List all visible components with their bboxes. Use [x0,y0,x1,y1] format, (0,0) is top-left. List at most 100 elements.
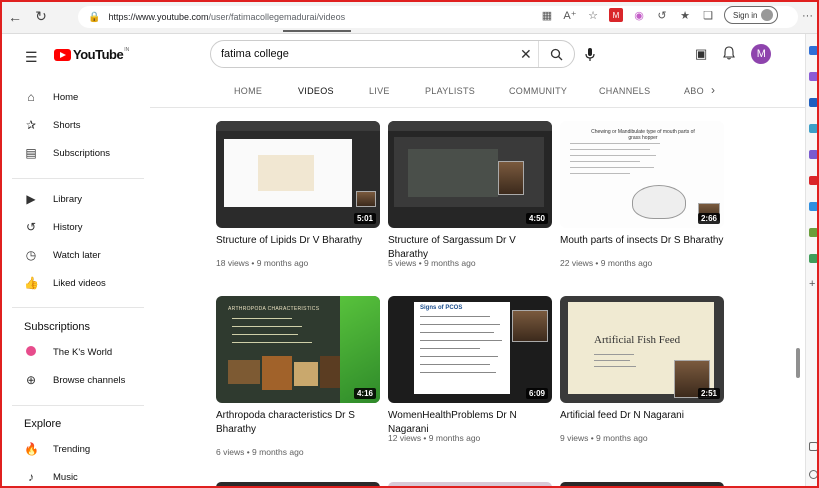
search-icon [550,48,563,60]
video-thumbnail[interactable]: ARTHROPODA CHARACTERISTICS 4:16 [216,296,380,403]
video-thumbnail[interactable] [388,482,552,488]
page-scrollbar[interactable] [796,348,800,378]
office-icon[interactable] [809,176,818,185]
video-title[interactable]: Structure of Lipids Dr V Bharathy [216,234,380,248]
settings-icon[interactable] [809,470,818,479]
video-title[interactable]: Mouth parts of insects Dr S Bharathy [560,234,724,248]
sidebar-divider [12,178,144,179]
logo-word: YouTube [73,47,124,62]
sidebar-item-home[interactable]: ⌂ Home [0,83,145,111]
sidebar-item-browse-channels[interactable]: ⊕ Browse channels [0,366,145,394]
video-thumbnail[interactable]: Signs of PCOS 6:09 [388,296,552,403]
tab-videos[interactable]: VIDEOS [298,86,334,96]
voice-search-icon[interactable] [585,48,597,62]
search-button[interactable] [538,41,574,67]
video-title[interactable]: Artificial feed Dr N Nagarani [560,409,724,423]
video-meta: 22 views • 9 months ago [560,258,653,268]
outlook-icon[interactable] [809,202,818,211]
duration-badge: 4:50 [525,213,548,224]
video-thumbnail[interactable] [560,482,724,488]
duration-badge: 5:01 [353,213,376,224]
video-thumbnail[interactable] [216,482,380,488]
sidebar-item-subscriptions[interactable]: ▤ Subscriptions [0,139,145,167]
favorites-icon[interactable]: ★ [678,8,692,22]
home-icon: ⌂ [27,90,35,104]
app-icon[interactable] [809,228,818,237]
video-thumbnail[interactable]: 5:01 [216,121,380,228]
sidebar-item-liked-videos[interactable]: 👍 Liked videos [0,269,145,297]
subscriptions-heading: Subscriptions [24,321,91,333]
sidebar-item-music[interactable]: ♪ Music [0,463,145,488]
app-grid-icon[interactable]: ▦ [540,8,554,22]
lock-icon: 🔒 [88,11,101,23]
people-icon[interactable] [809,150,818,159]
search-sidebar-icon[interactable] [809,46,818,55]
video-thumbnail[interactable]: Chewing or Mandibulate type of mouth par… [560,121,724,228]
refresh-icon[interactable]: ↻ [30,6,52,28]
menu-icon[interactable]: ☰ [25,49,38,66]
sidebar-divider [12,307,144,308]
youtube-header: ☰ YouTube IN ✕ ▣ M [0,34,805,74]
channel-avatar [24,345,38,359]
create-video-icon[interactable]: ▣ [695,46,707,62]
tab-home[interactable]: HOME [234,86,262,96]
duration-badge: 2:51 [697,388,720,399]
search-input[interactable] [221,48,511,60]
more-icon[interactable]: ··· [802,10,813,22]
sidebar-item-shorts[interactable]: ✰ Shorts [0,111,145,139]
signin-button[interactable]: Sign in [724,6,779,24]
briefcase-icon[interactable] [809,124,818,133]
thumbnail-slide-text: Chewing or Mandibulate type of mouth par… [591,129,695,141]
tab-community[interactable]: COMMUNITY [509,86,567,96]
account-avatar[interactable]: M [751,44,772,64]
browser-toolbar: ← ↻ 🔒 https://www.youtube.com/user/fatim… [0,0,819,34]
thumbnail-slide-text: Artificial Fish Feed [594,334,681,346]
thumbs-up-icon: 👍 [24,276,39,290]
back-icon[interactable]: ← [4,6,26,28]
tab-channels[interactable]: CHANNELS [599,86,650,96]
subscriptions-icon: ▤ [25,146,37,160]
tree-icon[interactable] [809,254,818,263]
add-icon[interactable]: + [809,279,818,290]
tab-about[interactable]: ABO [684,86,704,96]
music-note-icon: ♪ [28,470,34,484]
logo-country: IN [124,46,130,53]
sidebar-divider [12,405,144,406]
duration-badge: 4:16 [353,388,376,399]
guide-sidebar: ⌂ Home ✰ Shorts ▤ Subscriptions ▶ Librar… [0,74,150,488]
shorts-icon: ✰ [25,118,37,132]
flame-icon: 🔥 [24,442,39,456]
sidebar-item-library[interactable]: ▶ Library [0,185,145,213]
video-thumbnail[interactable]: 4:50 [388,121,552,228]
extension-icon[interactable]: ◉ [632,8,646,22]
sidebar-item-channel[interactable]: The K's World [0,338,145,366]
tab-playlists[interactable]: PLAYLISTS [425,86,475,96]
video-meta: 18 views • 9 months ago [216,258,309,268]
layout-icon[interactable] [809,442,818,451]
extension-m-icon[interactable]: M [609,8,623,22]
plus-circle-icon: ⊕ [25,373,37,387]
refresh-tab-icon[interactable]: ↺ [655,8,669,22]
read-aloud-icon[interactable]: A⁺ [563,8,577,22]
collections-icon[interactable]: ❏ [701,8,715,22]
video-meta: 12 views • 9 months ago [388,433,481,443]
sparkle-icon[interactable] [809,72,818,81]
tab-live[interactable]: LIVE [369,86,390,96]
video-thumbnail[interactable]: Artificial Fish Feed 2:51 [560,296,724,403]
notifications-bell-icon[interactable] [723,45,736,63]
video-title[interactable]: Arthropoda characteristics Dr S Bharathy [216,409,380,437]
clear-search-icon[interactable]: ✕ [520,46,532,63]
sidebar-item-history[interactable]: ↺ History [0,213,145,241]
chevron-right-icon[interactable]: › [711,83,715,97]
video-meta: 6 views • 9 months ago [216,447,304,457]
edge-sidebar: + [805,34,819,488]
tag-icon[interactable] [809,98,818,107]
video-meta: 5 views • 9 months ago [388,258,476,268]
favorite-add-icon[interactable]: ☆ [586,8,600,22]
sidebar-item-watch-later[interactable]: ◷ Watch later [0,241,145,269]
explore-heading: Explore [24,418,62,430]
url-text: https://www.youtube.com/user/fatimacolle… [108,12,346,22]
sidebar-item-trending[interactable]: 🔥 Trending [0,435,145,463]
youtube-logo[interactable]: YouTube IN [54,47,129,62]
thumbnail-slide-text: ARTHROPODA CHARACTERISTICS [228,306,320,312]
